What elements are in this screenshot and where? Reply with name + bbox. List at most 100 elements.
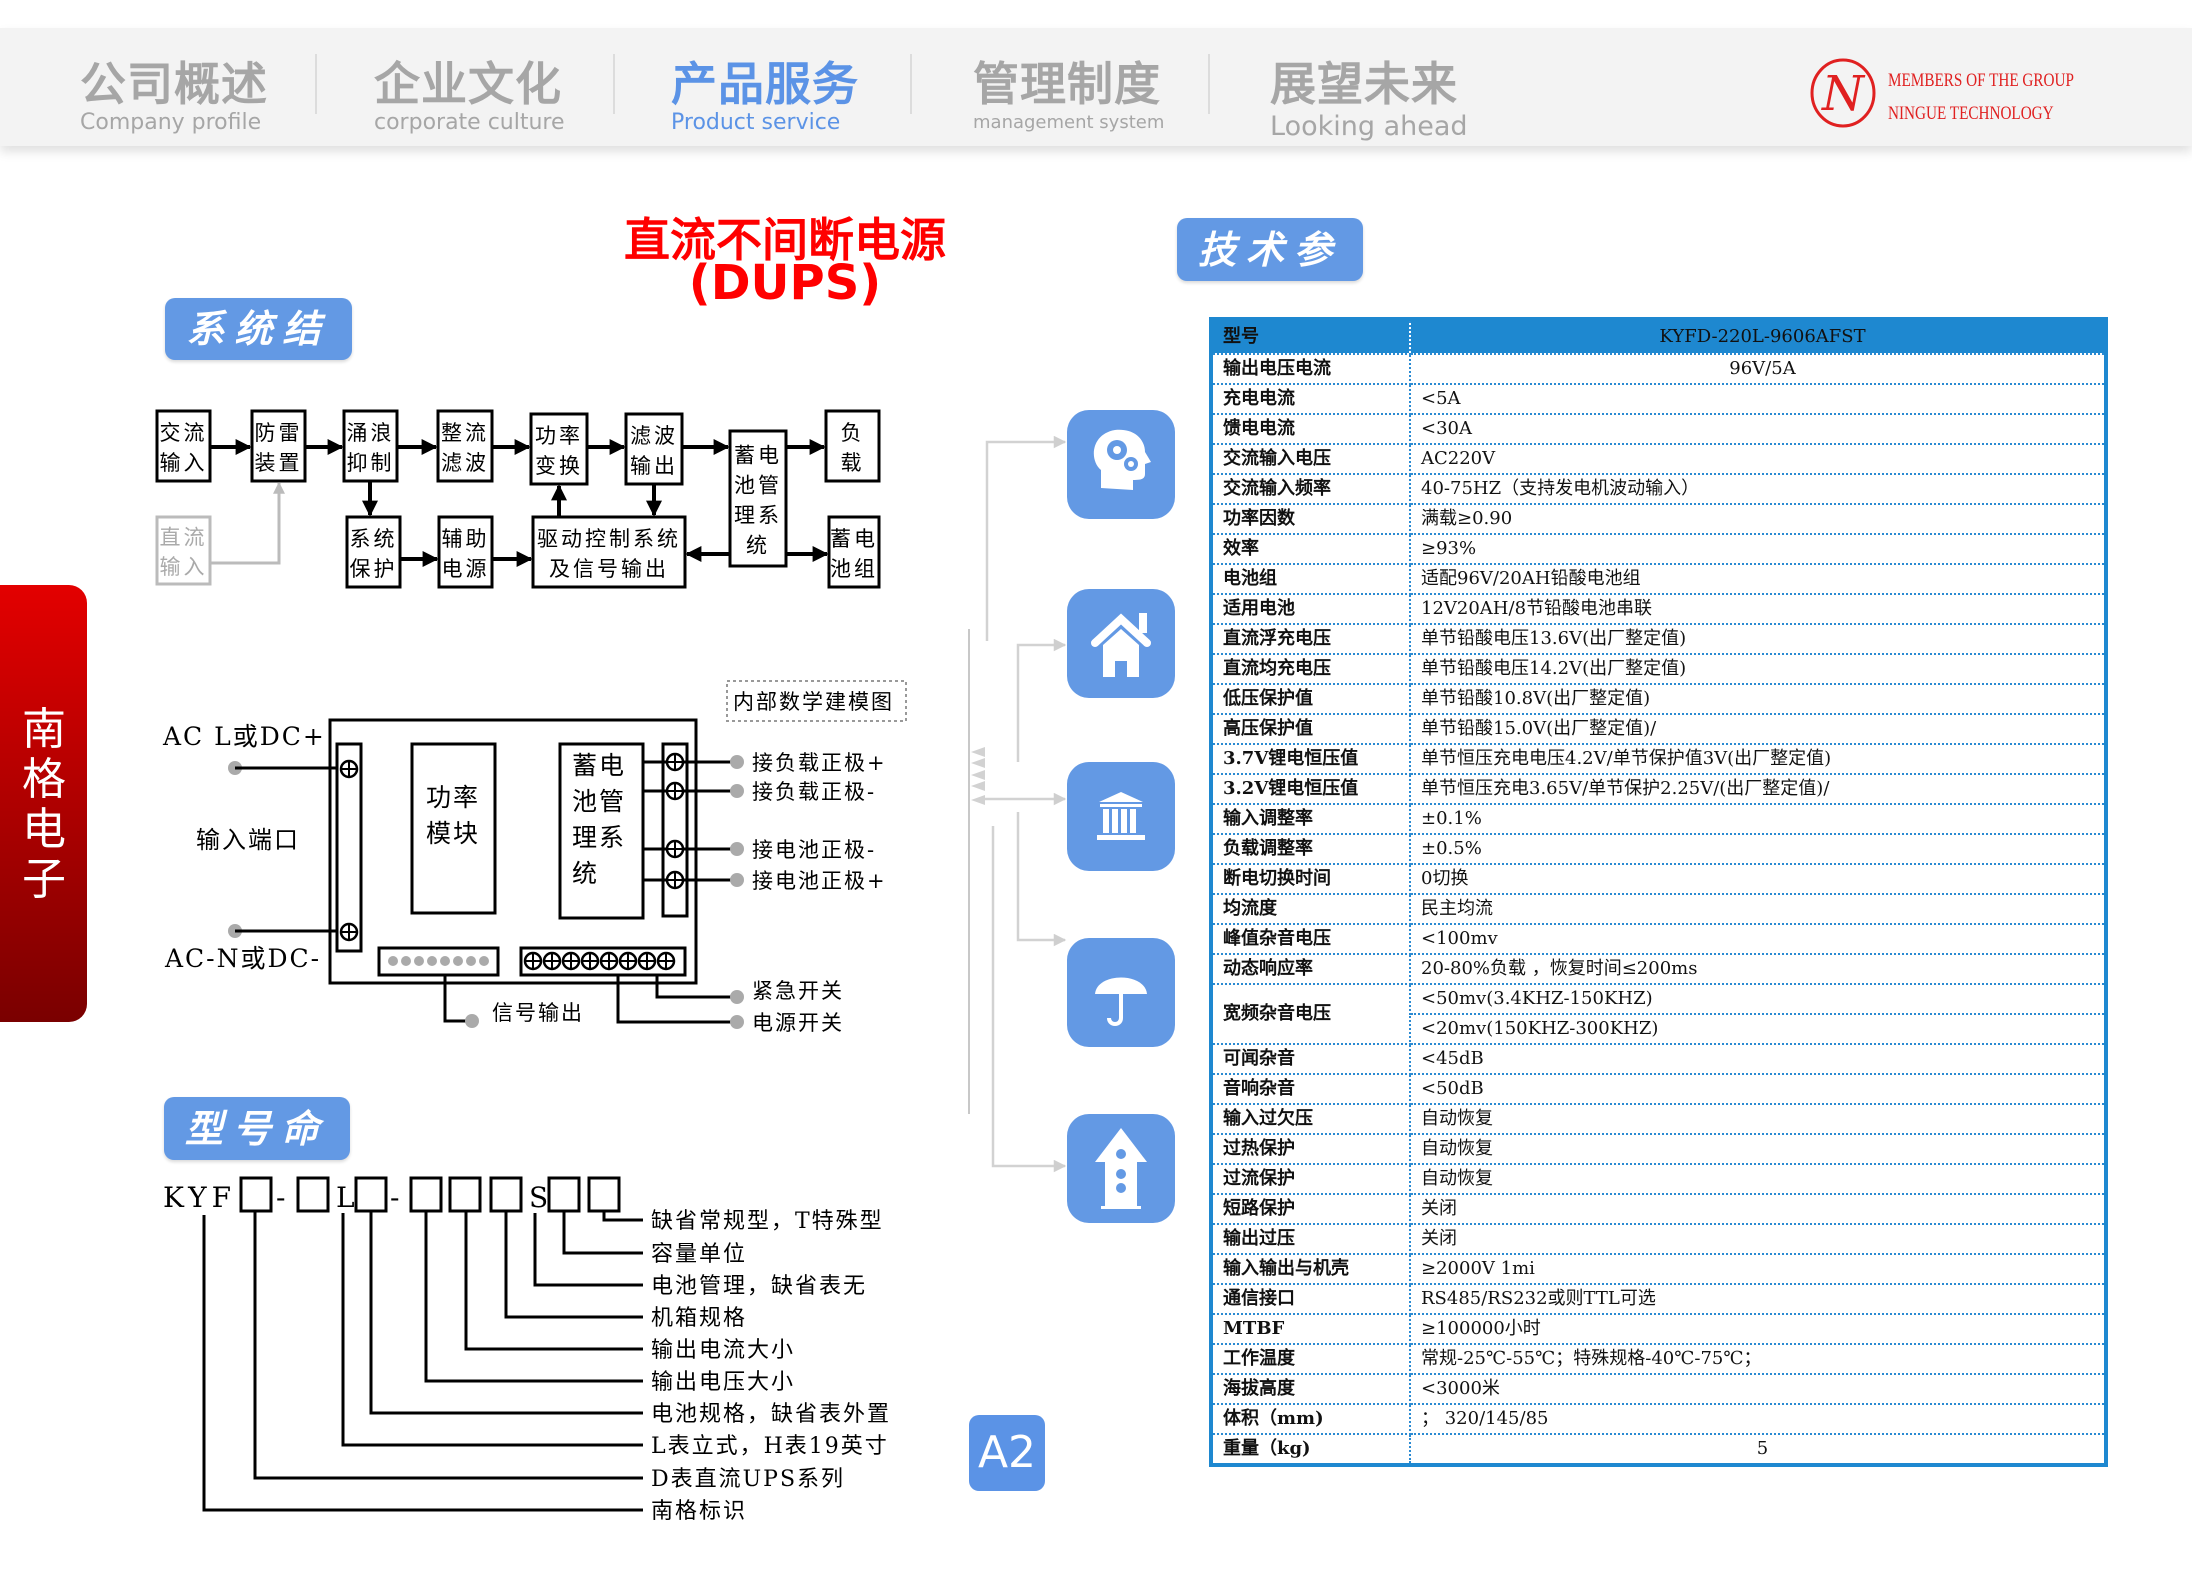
- spec-table: 型号 KYFD-220L-9606AFST 输出电压电流 96V/5A 充电电流 <5A 馈…: [1209, 317, 2108, 1467]
- spec-value: 单节恒压充电电压4.2V/单节保护值3V(出厂整定值): [1410, 744, 2106, 775]
- terminal-dot: [730, 784, 744, 798]
- connector-arrow: [1016, 812, 1067, 947]
- spec-row: 负载调整率 ±0.5%: [1211, 834, 2106, 865]
- spec-value: <50mv(3.4KHZ-150KHZ): [1410, 984, 2106, 1015]
- spec-row: 低压保护值 单节铅酸10.8V(出厂整定值): [1211, 684, 2106, 715]
- terminal-dot: [730, 990, 744, 1004]
- spec-row: 短路保护 关闭: [1211, 1194, 2106, 1225]
- spec-key: 交流输入电压: [1211, 444, 1411, 475]
- spec-key: MTBF: [1211, 1314, 1411, 1345]
- connector-arrow: [991, 826, 1067, 1173]
- spec-row: 3.2V锂电恒压值 单节恒压充电3.65V/单节保护2.25V/(出厂整定值)/: [1211, 774, 2106, 805]
- spec-value: 自动恢复: [1410, 1164, 2106, 1195]
- spec-row: 功率因数 满载≥0.90: [1211, 504, 2106, 535]
- spec-value: <30A: [1410, 414, 2106, 445]
- spec-value: 常规-25℃-55℃；特殊规格-40℃-75℃；: [1410, 1344, 2106, 1375]
- naming-leader-line: [464, 1211, 643, 1351]
- spec-row: 适用电池 12V20AH/8节铅酸电池串联: [1211, 594, 2106, 625]
- spec-row: 输出电压电流 96V/5A: [1211, 354, 2106, 385]
- terminal-dot: [730, 1015, 744, 1029]
- spec-value: 20-80%负载 ，恢复时间≤200ms: [1410, 954, 2106, 985]
- spec-key: 均流度: [1211, 894, 1411, 925]
- spec-key: 输出电压电流: [1211, 354, 1411, 385]
- spec-row: 均流度 民主均流: [1211, 894, 2106, 925]
- spec-row: 充电电流 <5A: [1211, 384, 2106, 415]
- spec-row: MTBF ≥100000小时: [1211, 1314, 2106, 1345]
- spec-key: 音响杂音: [1211, 1074, 1411, 1105]
- naming-legend-item: 电池规格，缺省表外置: [651, 1402, 891, 1427]
- diagram-label: 理系: [572, 823, 626, 852]
- spec-value: <5A: [1410, 384, 2106, 415]
- spec-value: ≥2000V 1mi: [1410, 1254, 2106, 1285]
- spec-key: 直流均充电压: [1211, 654, 1411, 685]
- internal-wiring-diagram: 内部数学建模图 AC L或DC+ 输入端口 AC-N或DC- 功率模块 蓄电池管理系统 接负…: [162, 680, 907, 1035]
- spec-row: 音响杂音 <50dB: [1211, 1074, 2106, 1105]
- block-label: 载: [841, 451, 865, 475]
- spec-row: 海拔高度 <3000米: [1211, 1374, 2106, 1405]
- spec-value: <100mv: [1410, 924, 2106, 955]
- spec-value: 单节铅酸15.0V(出厂整定值)/: [1410, 714, 2106, 745]
- block-label: 防雷: [255, 421, 303, 445]
- block-label: 电源: [442, 557, 490, 581]
- birdhouse-icon: [1067, 1114, 1175, 1223]
- code-placeholder-box: [354, 1176, 388, 1213]
- spec-key: 低压保护值: [1211, 684, 1411, 715]
- spec-value: <20mv(150KHZ-300KHZ): [1410, 1014, 2106, 1045]
- spec-row: 输入过欠压 自动恢复: [1211, 1104, 2106, 1135]
- spec-row: 断电切换时间 0切换: [1211, 864, 2106, 895]
- icon-connector-lines: [968, 435, 1067, 1173]
- spec-value: 5: [1410, 1434, 2106, 1466]
- block-label: 池管: [734, 474, 782, 498]
- terminal-dot: [730, 842, 744, 856]
- terminal-dot: [465, 1014, 479, 1028]
- block-label: 抑制: [347, 451, 395, 475]
- spec-row: 动态响应率 20-80%负载 ，恢复时间≤200ms: [1211, 954, 2106, 985]
- code-placeholder-box: [547, 1176, 581, 1213]
- code-segment: KYF: [163, 1181, 236, 1214]
- block-label: 交流: [160, 421, 208, 445]
- spec-value: ±0.1%: [1410, 804, 2106, 835]
- code-segment: S: [529, 1181, 548, 1214]
- diagram-label: 输入端口: [196, 826, 300, 854]
- spec-key: 输出过压: [1211, 1224, 1411, 1255]
- diagram-label: 电源开关: [752, 1011, 844, 1035]
- block-label: 辅助: [442, 527, 490, 551]
- spec-key: 工作温度: [1211, 1344, 1411, 1375]
- spec-key: 效率: [1211, 534, 1411, 565]
- spec-value: 单节铅酸10.8V(出厂整定值): [1410, 684, 2106, 715]
- connector-arrow: [1016, 638, 1067, 762]
- spec-value: ≥93%: [1410, 534, 2106, 565]
- spec-row: 宽频杂音电压 <50mv(3.4KHZ-150KHZ): [1211, 984, 2106, 1045]
- spec-value: RS485/RS232或则TTL可选: [1410, 1284, 2106, 1315]
- spec-value: 0切换: [1410, 864, 2106, 895]
- spec-header-row: 型号 KYFD-220L-9606AFST: [1211, 319, 2106, 355]
- spec-key: 输入调整率: [1211, 804, 1411, 835]
- block-label: 装置: [255, 451, 303, 475]
- spec-value: 单节铅酸电压13.6V(出厂整定值): [1410, 624, 2106, 655]
- spec-key: 重量（kg): [1211, 1434, 1411, 1466]
- diagram-label: 内部数学建模图: [733, 690, 894, 714]
- umbrella-icon: [1067, 938, 1175, 1047]
- spec-key: 输入过欠压: [1211, 1104, 1411, 1135]
- code-placeholder-box: [448, 1176, 482, 1213]
- spec-key: 直流浮充电压: [1211, 624, 1411, 655]
- spec-value: 12V20AH/8节铅酸电池串联: [1410, 594, 2106, 625]
- spec-value: 单节铅酸电压14.2V(出厂整定值): [1410, 654, 2106, 685]
- code-segment: -: [390, 1181, 399, 1214]
- code-segment: -: [276, 1181, 285, 1214]
- diagram-label: AC L或DC+: [162, 722, 326, 751]
- spec-value: ≥100000小时: [1410, 1314, 2106, 1345]
- spec-key: 馈电电流: [1211, 414, 1411, 445]
- naming-leader-line: [253, 1211, 643, 1480]
- diagram-label: 模块: [426, 819, 480, 848]
- diagram-label: 功率: [426, 783, 480, 812]
- block-label: 及信号输出: [549, 557, 669, 581]
- spec-key: 输入输出与机壳: [1211, 1254, 1411, 1285]
- spec-row: 馈电电流 <30A: [1211, 414, 2106, 445]
- spec-value: 自动恢复: [1410, 1134, 2106, 1165]
- spec-key: 过流保护: [1211, 1164, 1411, 1195]
- spec-key: 短路保护: [1211, 1194, 1411, 1225]
- block-label: 蓄电: [830, 527, 878, 551]
- spec-value: KYFD-220L-9606AFST: [1410, 319, 2106, 355]
- code-placeholder-box: [587, 1176, 621, 1213]
